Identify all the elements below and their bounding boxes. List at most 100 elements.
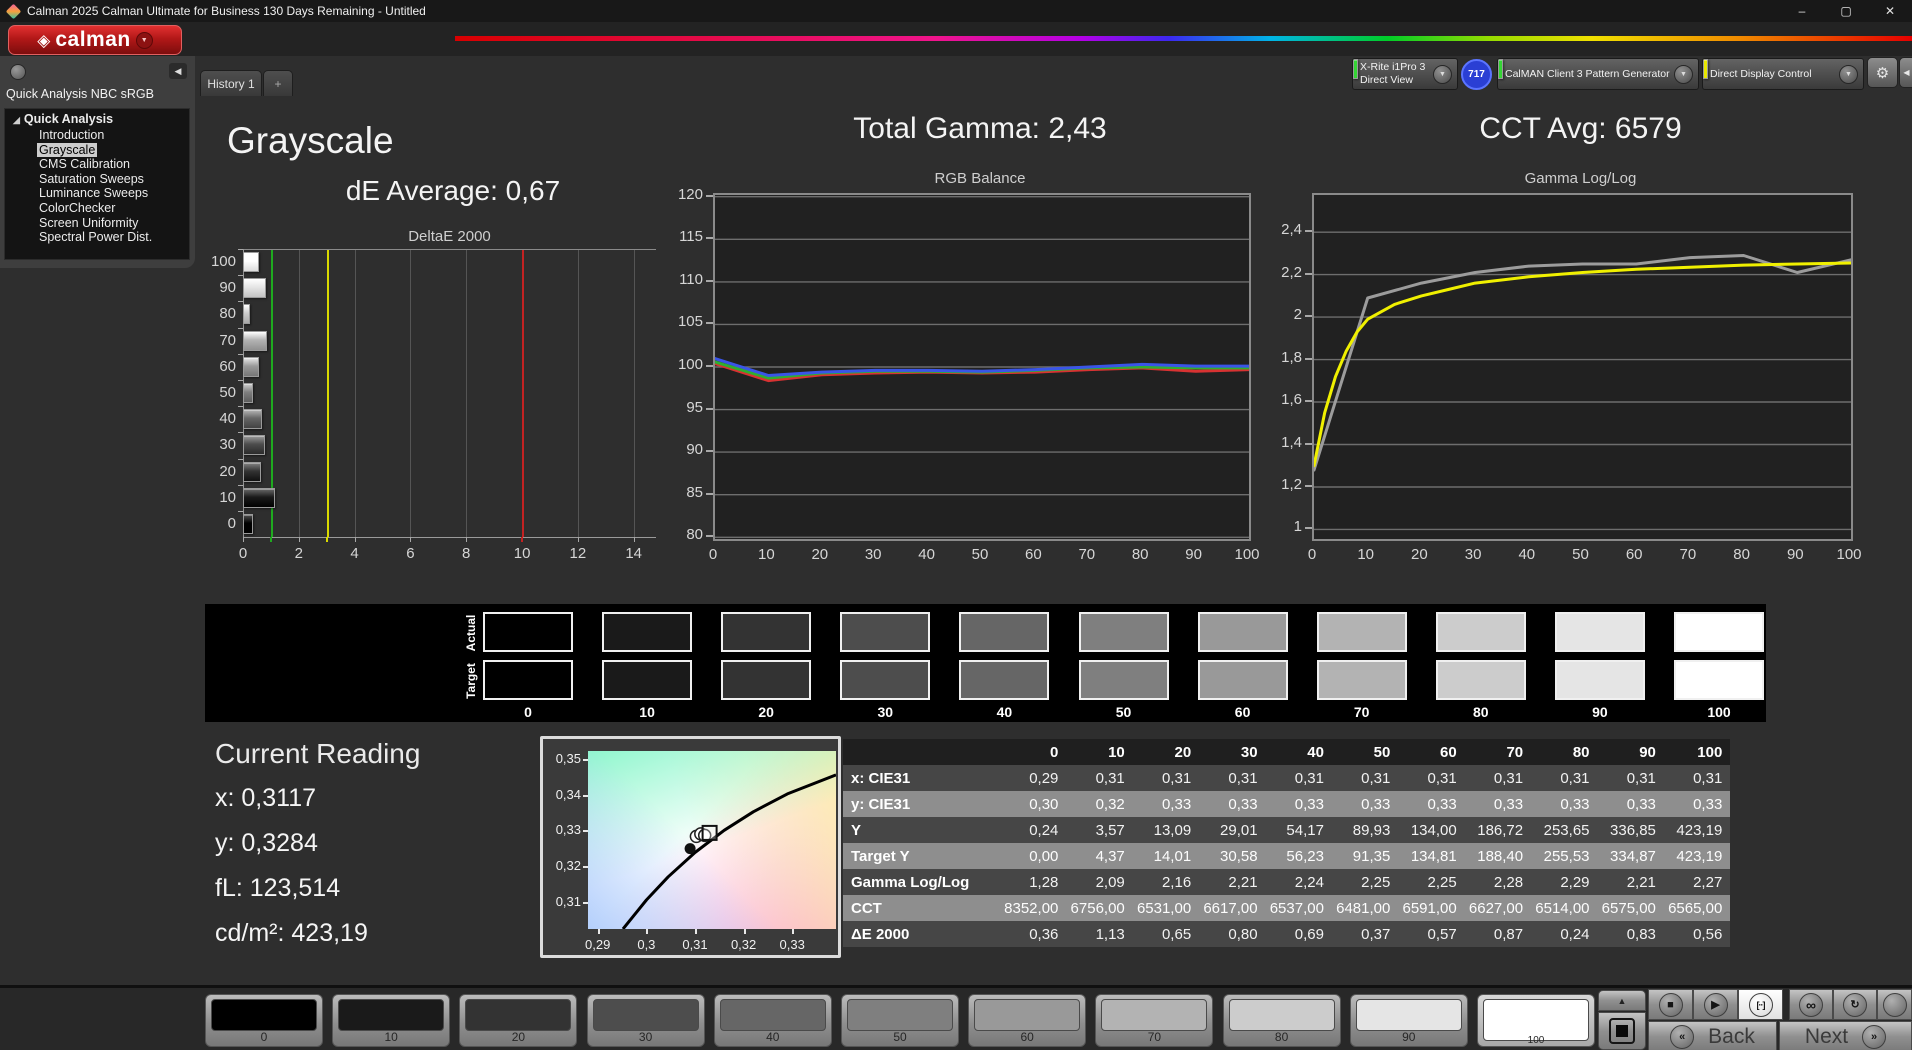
tree-expanded-icon[interactable]: ◢ xyxy=(13,113,20,128)
cie-xtick-label: 0,33 xyxy=(772,937,812,952)
pattern-patch-90[interactable]: 90 xyxy=(1350,994,1468,1047)
back-button[interactable]: «Back xyxy=(1648,1021,1777,1050)
strip-level-label: 0 xyxy=(469,704,588,720)
pattern-patch-10[interactable]: 10 xyxy=(332,994,450,1047)
stop-button[interactable]: ■ xyxy=(1648,989,1693,1020)
patch-swatch xyxy=(593,999,699,1031)
minimize-icon[interactable]: – xyxy=(1780,0,1824,22)
loop-button[interactable]: ↻ xyxy=(1833,989,1877,1020)
deltae-bar-0 xyxy=(243,514,253,534)
table-column-header: 30 xyxy=(1199,739,1265,765)
pattern-patch-40[interactable]: 40 xyxy=(714,994,832,1047)
display-control-dropdown[interactable]: Direct Display Control ▼ xyxy=(1702,58,1864,90)
pattern-generator-dropdown[interactable]: CalMAN Client 3 Pattern Generator ▼ xyxy=(1497,58,1699,90)
patch-swatch xyxy=(465,999,571,1031)
sidebar-item-colorchecker[interactable]: ColorChecker xyxy=(5,201,189,216)
axis-tick xyxy=(238,485,243,486)
table-column-header: 80 xyxy=(1531,739,1597,765)
actual-swatch-60 xyxy=(1198,612,1288,652)
pattern-window-up-button[interactable]: ▲ xyxy=(1598,990,1646,1011)
continuous-button[interactable]: ∞ xyxy=(1789,989,1833,1020)
sidebar-item-saturation-sweeps[interactable]: Saturation Sweeps xyxy=(5,172,189,187)
gamma_loglog-ytick-label: 1 xyxy=(1268,518,1302,535)
pattern-patch-100[interactable]: 100 xyxy=(1477,994,1595,1047)
play-button[interactable]: ▶ xyxy=(1693,989,1738,1020)
axis-tick xyxy=(238,459,243,460)
table-cell: 13,09 xyxy=(1133,817,1199,843)
table-cell: 6575,00 xyxy=(1598,895,1664,921)
chevron-left-icon: ◀ xyxy=(1903,68,1909,77)
pattern-patch-80[interactable]: 80 xyxy=(1223,994,1341,1047)
table-cell: 134,00 xyxy=(1398,817,1464,843)
gamma_loglog-xtick-label: 60 xyxy=(1614,546,1654,563)
chevron-down-icon: ▼ xyxy=(1839,65,1858,84)
pattern-window-toggle-button[interactable] xyxy=(1598,1012,1646,1050)
pattern-patch-70[interactable]: 70 xyxy=(1095,994,1213,1047)
maximize-icon[interactable]: ▢ xyxy=(1824,0,1868,22)
table-corner-cell xyxy=(843,739,1000,765)
axis-tick xyxy=(706,237,713,239)
table-cell: 188,40 xyxy=(1465,843,1531,869)
patch-swatch xyxy=(338,999,444,1031)
rgb_balance-xtick-label: 90 xyxy=(1174,546,1214,563)
table-cell: 0,33 xyxy=(1664,791,1730,817)
settings-button[interactable]: ⚙ xyxy=(1867,57,1898,88)
table-cell: 0,31 xyxy=(1066,765,1132,791)
sidebar-item-luminance-sweeps[interactable]: Luminance Sweeps xyxy=(5,186,189,201)
pattern-patch-30[interactable]: 30 xyxy=(587,994,705,1047)
rgb_balance-ytick-label: 95 xyxy=(669,399,703,416)
axis-tick xyxy=(1305,400,1312,402)
table-cell: 0,31 xyxy=(1664,765,1730,791)
page-title: Grayscale xyxy=(227,120,394,162)
gamma_loglog-ytick-label: 2,4 xyxy=(1268,221,1302,238)
calman-diamond-icon: ◈ xyxy=(37,32,50,49)
axis-tick xyxy=(695,929,697,934)
table-cell: 2,27 xyxy=(1664,869,1730,895)
table-cell: 2,25 xyxy=(1332,869,1398,895)
gear-icon: ⚙ xyxy=(1876,64,1889,82)
target-swatch-100 xyxy=(1674,660,1764,700)
pattern-patch-0[interactable]: 0 xyxy=(205,994,323,1047)
sidebar-item-introduction[interactable]: Introduction xyxy=(5,128,189,143)
axis-tick xyxy=(1305,443,1312,445)
deltae-xtick-label: 0 xyxy=(223,545,263,562)
calman-menu-button[interactable]: ◈ calman ▼ xyxy=(8,25,182,55)
add-tab-button[interactable]: + xyxy=(263,70,293,96)
workflow-tree: ◢Quick AnalysisIntroductionGrayscaleCMS … xyxy=(4,108,190,260)
sidebar-item-screen-uniformity[interactable]: Screen Uniformity xyxy=(5,216,189,231)
app-icon xyxy=(6,3,22,19)
patch-swatch xyxy=(720,999,826,1031)
patch-swatch xyxy=(1229,999,1335,1031)
axis-tick xyxy=(706,450,713,452)
table-cell: 0,56 xyxy=(1664,921,1730,947)
sidebar-collapse-button[interactable]: ◀ xyxy=(169,63,187,79)
axis-tick xyxy=(706,280,713,282)
table-cell: 3,57 xyxy=(1066,817,1132,843)
sidebar-item-spectral-power-dist-[interactable]: Spectral Power Dist. xyxy=(5,230,189,245)
table-cell: 0,33 xyxy=(1398,791,1464,817)
table-row-label: Gamma Log/Log xyxy=(843,869,1000,895)
sidebar-item-grayscale[interactable]: Grayscale xyxy=(5,143,189,158)
meter-dropdown[interactable]: X-Rite i1Pro 3Direct View ▼ xyxy=(1352,58,1458,90)
record-button[interactable] xyxy=(1877,989,1912,1020)
measure-button[interactable]: [··] xyxy=(1738,989,1783,1020)
next-button[interactable]: Next» xyxy=(1779,1021,1912,1050)
close-icon[interactable]: ✕ xyxy=(1868,0,1912,22)
table-cell: 1,28 xyxy=(1000,869,1066,895)
meter-count-badge[interactable]: 717 xyxy=(1461,59,1492,90)
pattern-patch-50[interactable]: 50 xyxy=(841,994,959,1047)
axis-tick xyxy=(1305,315,1312,317)
sidebar-item-cms-calibration[interactable]: CMS Calibration xyxy=(5,157,189,172)
table-cell: 2,25 xyxy=(1398,869,1464,895)
actual-swatch-20 xyxy=(721,612,811,652)
gridline xyxy=(466,249,467,537)
pattern-patch-60[interactable]: 60 xyxy=(968,994,1086,1047)
sidebar-options-button[interactable] xyxy=(10,64,26,80)
chevron-left-icon: ◀ xyxy=(175,66,182,77)
sidebar-item-root[interactable]: ◢Quick Analysis xyxy=(5,112,189,128)
current-reading-title: Current Reading xyxy=(215,738,525,770)
collapse-panel-button[interactable]: ◀ xyxy=(1899,57,1912,88)
pattern-patch-20[interactable]: 20 xyxy=(459,994,577,1047)
gamma_loglog-ytick-label: 1,8 xyxy=(1268,349,1302,366)
tab-history-1[interactable]: History 1 xyxy=(200,70,262,96)
